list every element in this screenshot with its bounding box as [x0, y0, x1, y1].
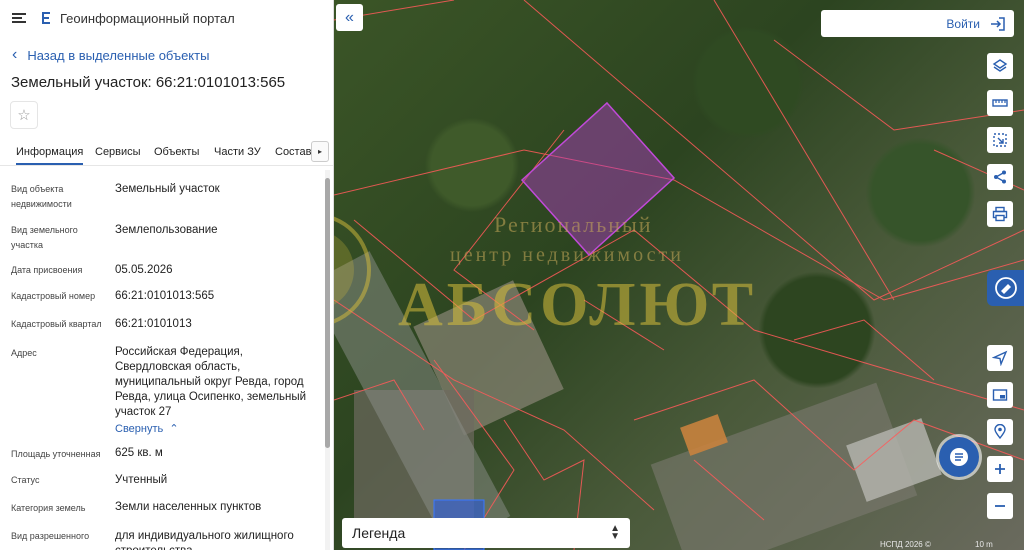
- map-pin-icon: [994, 424, 1006, 440]
- share-icon: [994, 170, 1006, 184]
- panel-scrollbar[interactable]: [325, 170, 330, 550]
- attr-value: Землепользование: [115, 224, 218, 236]
- tab-parts[interactable]: Части ЗУ: [214, 146, 261, 158]
- layers-icon: [992, 59, 1008, 72]
- layers-button[interactable]: [987, 53, 1013, 79]
- collapse-address-link[interactable]: Свернуть ⌃: [115, 422, 179, 435]
- zoom-in-button[interactable]: [987, 456, 1013, 482]
- chevron-left-icon: ‹: [12, 46, 18, 63]
- login-button[interactable]: Войти: [821, 10, 1014, 37]
- attr-label: Вид объекта недвижимости: [11, 184, 72, 209]
- minus-icon: [995, 505, 1005, 507]
- tab-bar: Информация Сервисы Объекты Части ЗУ Сост…: [0, 140, 333, 166]
- signature-icon: [994, 277, 1017, 299]
- minimap-icon: [992, 389, 1008, 401]
- double-chevron-left-icon: «: [345, 8, 354, 26]
- panel-header: Геоинформационный портал: [0, 0, 333, 36]
- attr-value: 625 кв. м: [115, 447, 163, 459]
- attr-label: Кадастровый номер: [11, 291, 96, 301]
- tab-information[interactable]: Информация: [16, 146, 84, 165]
- attr-label: Кадастровый квартал: [11, 319, 102, 329]
- legend-label: Легенда: [352, 525, 406, 541]
- attr-value: 66:21:0101013:565: [115, 290, 215, 302]
- chat-icon: [950, 448, 968, 466]
- legend-dropdown[interactable]: Легенда ▲ ▼: [342, 518, 630, 548]
- attr-label: Площадь уточненная: [11, 449, 101, 459]
- chevron-up-icon: ⌃: [166, 423, 179, 435]
- menu-icon[interactable]: [12, 13, 26, 23]
- login-label: Войти: [946, 16, 980, 31]
- navigation-arrow-icon: [992, 350, 1008, 366]
- watermark-line2: центр недвижимости: [450, 244, 684, 266]
- watermark-line3: АБСОЛЮТ: [398, 271, 758, 339]
- plus-icon: [995, 464, 1005, 474]
- share-button[interactable]: [987, 164, 1013, 190]
- portal-title: Геоинформационный портал: [60, 10, 235, 26]
- back-link-label: Назад в выделенные объекты: [27, 47, 210, 63]
- ruler-icon: [992, 99, 1008, 107]
- attr-label: Вид разрешенного: [11, 531, 90, 541]
- watermark-line1: Региональный: [494, 212, 653, 237]
- scrollbar-thumb[interactable]: [325, 178, 330, 448]
- back-link[interactable]: ‹ Назад в выделенные объекты: [12, 47, 209, 63]
- attr-value: 05.05.2026: [115, 264, 173, 276]
- geolocation-button[interactable]: [987, 419, 1013, 445]
- tab-composition[interactable]: Состав: [275, 146, 311, 158]
- attr-label: Статус: [11, 475, 40, 485]
- satellite-map[interactable]: Региональный центр недвижимости АБСОЛЮТ: [334, 0, 1024, 550]
- address-value: Российская Федерация, Свердловская облас…: [115, 346, 307, 418]
- ruler-button[interactable]: [987, 90, 1013, 116]
- select-area-button[interactable]: [987, 127, 1013, 153]
- print-icon: [992, 206, 1008, 222]
- map-copyright: НСПД 2026 ©: [880, 540, 931, 549]
- minimap-button[interactable]: [987, 382, 1013, 408]
- attr-value: Учтенный: [115, 474, 168, 486]
- favorite-star-icon[interactable]: ☆: [10, 101, 38, 129]
- attr-label: Адрес: [11, 348, 37, 358]
- side-panel-tab[interactable]: [987, 270, 1024, 306]
- attr-label: Вид земельного участка: [11, 225, 78, 250]
- chat-button[interactable]: [939, 437, 979, 477]
- attr-value: для индивидуального жилищного строительс…: [115, 530, 294, 550]
- attr-value: 66:21:0101013: [115, 318, 192, 330]
- print-button[interactable]: [987, 201, 1013, 227]
- page-title: Земельный участок: 66:21:0101013:565: [11, 74, 286, 91]
- map-scale: 10 m: [975, 540, 993, 549]
- portal-logo-icon: [42, 12, 50, 24]
- attr-value: Земельный участок: [115, 183, 220, 195]
- tab-services[interactable]: Сервисы: [95, 146, 141, 158]
- attr-label: Категория земель: [11, 503, 86, 513]
- tab-objects[interactable]: Объекты: [154, 146, 199, 158]
- watermark-stamp-logo: [334, 216, 371, 324]
- tabs-scroll-right-icon[interactable]: ▸: [311, 141, 329, 162]
- locate-button[interactable]: [987, 345, 1013, 371]
- collapse-label: Свернуть: [115, 423, 164, 435]
- zoom-out-button[interactable]: [987, 493, 1013, 519]
- sort-updown-icon: ▲ ▼: [610, 523, 620, 542]
- collapse-panel-button[interactable]: «: [336, 4, 363, 31]
- login-arrow-icon: [991, 16, 1005, 31]
- info-panel: Геоинформационный портал ‹ Назад в выдел…: [0, 0, 334, 550]
- attr-value: Земли населенных пунктов: [115, 501, 262, 513]
- select-area-icon: [993, 133, 1007, 147]
- attr-label: Дата присвоения: [11, 265, 83, 275]
